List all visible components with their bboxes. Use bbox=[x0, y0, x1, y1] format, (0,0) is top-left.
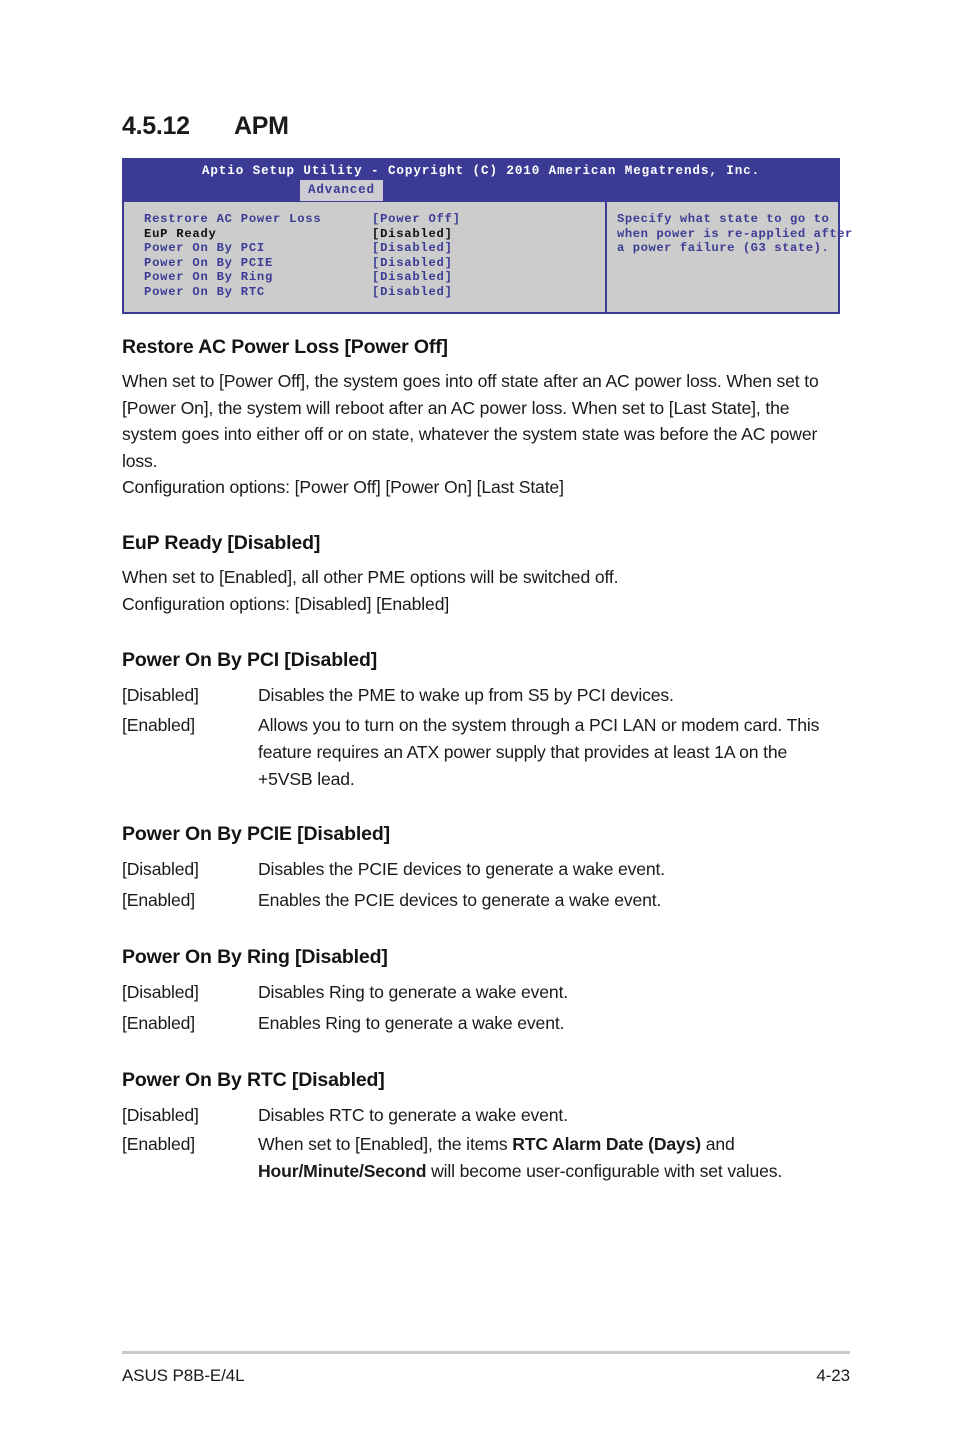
desc-part: and bbox=[701, 1134, 735, 1155]
definition-row: [Enabled] Enables Ring to generate a wak… bbox=[122, 1008, 850, 1040]
desc-part: When set to [Enabled], the items bbox=[258, 1134, 513, 1155]
manual-page: 4.5.12 APM Aptio Setup Utility - Copyrig… bbox=[0, 0, 954, 1438]
heading-restore-ac-power-loss: Restore AC Power Loss [Power Off] bbox=[122, 336, 448, 358]
definition-term: [Disabled] bbox=[122, 858, 199, 879]
deflist-power-on-by-pcie: [Disabled] Disables the PCIE devices to … bbox=[122, 846, 850, 917]
definition-desc: Disables the PCIE devices to generate a … bbox=[258, 858, 666, 879]
bios-title: Aptio Setup Utility - Copyright (C) 2010… bbox=[201, 164, 761, 178]
footer-divider bbox=[122, 1351, 850, 1354]
bios-help-panel: Specify what state to go to when power i… bbox=[607, 202, 859, 312]
deflist-power-on-by-ring: [Disabled] Disables Ring to generate a w… bbox=[122, 969, 850, 1040]
definition-term: [Enabled] bbox=[122, 1013, 195, 1034]
footer-page-number: 4-23 bbox=[816, 1366, 850, 1385]
body-text: When set to [Enabled], all other PME opt… bbox=[122, 566, 619, 587]
deflist-power-on-by-pci: [Disabled] Disables the PME to wake up f… bbox=[122, 672, 850, 794]
tab-advanced[interactable]: Advanced bbox=[300, 180, 383, 201]
definition-row: [Enabled] When set to [Enabled], the ite… bbox=[122, 1131, 850, 1186]
help-line: when power is re-applied after bbox=[617, 226, 853, 241]
footer-product-name: ASUS P8B-E/4L bbox=[122, 1366, 245, 1385]
heading-power-on-by-ring: Power On By Ring [Disabled] bbox=[122, 945, 388, 968]
definition-term: [Enabled] bbox=[122, 714, 195, 735]
setting-value[interactable]: [Power Off] bbox=[372, 212, 605, 227]
bios-row[interactable]: Power On By PCIE [Disabled] bbox=[144, 256, 605, 271]
definition-term: [Disabled] bbox=[122, 1104, 199, 1125]
setting-value[interactable]: [Disabled] bbox=[372, 227, 605, 242]
heading-power-on-by-rtc: Power On By RTC [Disabled] bbox=[122, 1068, 385, 1091]
definition-row: [Enabled] Enables the PCIE devices to ge… bbox=[122, 885, 850, 917]
definition-desc: Disables Ring to generate a wake event. bbox=[258, 981, 569, 1002]
config-options: Configuration options: [Disabled] [Enabl… bbox=[122, 593, 450, 614]
definition-desc: Allows you to turn on the system through… bbox=[258, 714, 820, 789]
page-title: 4.5.12 APM bbox=[122, 0, 850, 141]
definition-row: [Disabled] Disables the PCIE devices to … bbox=[122, 854, 850, 886]
body-eup-ready: When set to [Enabled], all other PME opt… bbox=[122, 555, 828, 617]
definition-term: [Enabled] bbox=[122, 1134, 195, 1155]
definition-desc: Enables Ring to generate a wake event. bbox=[258, 1013, 565, 1034]
section-number: 4.5.12 bbox=[122, 112, 190, 140]
setting-value[interactable]: [Disabled] bbox=[372, 270, 605, 285]
help-line: a power failure (G3 state). bbox=[617, 241, 830, 256]
bios-row[interactable]: Power On By PCI [Disabled] bbox=[144, 241, 605, 256]
heading-eup-ready: EuP Ready [Disabled] bbox=[122, 531, 321, 554]
bios-body: Restrore AC Power Loss [Power Off] EuP R… bbox=[122, 202, 852, 314]
bios-row[interactable]: Power On By Ring [Disabled] bbox=[144, 270, 605, 285]
setting-value[interactable]: [Disabled] bbox=[372, 256, 605, 271]
body-restore-ac-power-loss: When set to [Power Off], the system goes… bbox=[122, 359, 828, 501]
config-options: Configuration options: [Power Off] [Powe… bbox=[122, 477, 564, 498]
setting-label: Power On By PCI bbox=[144, 241, 265, 256]
setting-label: Power On By Ring bbox=[144, 270, 274, 285]
definition-row: [Disabled] Disables Ring to generate a w… bbox=[122, 977, 850, 1009]
heading-power-on-by-pci: Power On By PCI [Disabled] bbox=[122, 649, 378, 672]
help-line: Specify what state to go to bbox=[617, 212, 830, 226]
definition-row: [Disabled] Disables the PME to wake up f… bbox=[122, 680, 850, 712]
setting-value[interactable]: [Disabled] bbox=[372, 285, 605, 300]
setting-label: Power On By RTC bbox=[144, 284, 265, 299]
setting-label: EuP Ready bbox=[144, 226, 217, 241]
section-title: APM bbox=[234, 112, 289, 140]
setting-label: Restrore AC Power Loss bbox=[144, 212, 322, 226]
bios-settings-list: Restrore AC Power Loss [Power Off] EuP R… bbox=[124, 202, 607, 312]
bios-tab-bar: Advanced bbox=[300, 180, 383, 201]
bios-screenshot: Aptio Setup Utility - Copyright (C) 2010… bbox=[122, 158, 852, 314]
definition-desc: Disables RTC to generate a wake event. bbox=[258, 1104, 568, 1125]
definition-term: [Enabled] bbox=[122, 890, 195, 911]
definition-term: [Disabled] bbox=[122, 685, 199, 706]
definition-desc: Disables the PME to wake up from S5 by P… bbox=[258, 685, 674, 706]
bios-titlebar: Aptio Setup Utility - Copyright (C) 2010… bbox=[122, 158, 840, 202]
definition-row: [Enabled] Allows you to turn on the syst… bbox=[122, 712, 850, 794]
setting-label: Power On By PCIE bbox=[144, 255, 274, 270]
desc-bold-rtc-alarm-date: RTC Alarm Date (Days) bbox=[512, 1134, 702, 1155]
desc-part: will become user-configurable with set v… bbox=[426, 1161, 783, 1182]
definition-row: [Disabled] Disables RTC to generate a wa… bbox=[122, 1100, 850, 1132]
definition-term: [Disabled] bbox=[122, 981, 199, 1002]
bios-row[interactable]: Restrore AC Power Loss [Power Off] bbox=[144, 212, 605, 227]
definition-desc: When set to [Enabled], the items RTC Ala… bbox=[258, 1131, 828, 1185]
deflist-power-on-by-rtc: [Disabled] Disables RTC to generate a wa… bbox=[122, 1092, 850, 1187]
body-text: When set to [Power Off], the system goes… bbox=[122, 371, 819, 471]
page-footer: ASUS P8B-E/4L 4-23 bbox=[122, 1351, 850, 1386]
desc-bold-hour-minute-second: Hour/Minute/Second bbox=[258, 1161, 427, 1182]
bios-row[interactable]: EuP Ready [Disabled] bbox=[144, 227, 605, 242]
setting-value[interactable]: [Disabled] bbox=[372, 241, 605, 256]
heading-power-on-by-pcie: Power On By PCIE [Disabled] bbox=[122, 822, 390, 845]
definition-desc: Enables the PCIE devices to generate a w… bbox=[258, 890, 662, 911]
bios-row[interactable]: Power On By RTC [Disabled] bbox=[144, 285, 605, 300]
